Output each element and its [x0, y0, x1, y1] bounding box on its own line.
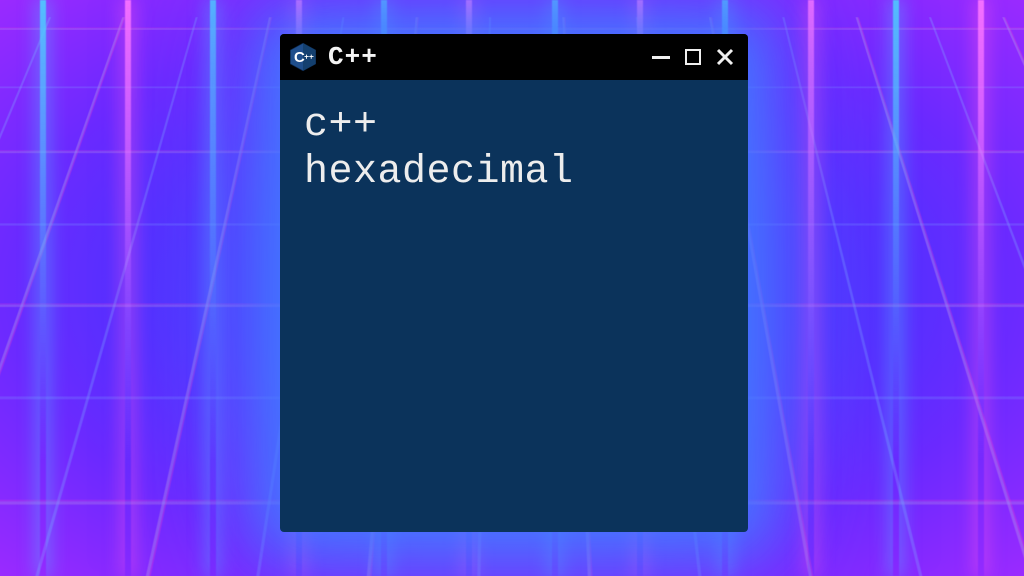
- titlebar[interactable]: C C++: [280, 34, 748, 80]
- window-title: C++: [328, 42, 638, 72]
- window-content: c++ hexadecimal: [280, 80, 748, 218]
- maximize-button[interactable]: [680, 44, 706, 70]
- maximize-icon: [685, 49, 701, 65]
- minimize-icon: [651, 47, 671, 67]
- app-window: C C++ c++ hexadecimal: [280, 34, 748, 532]
- close-button[interactable]: [712, 44, 738, 70]
- minimize-button[interactable]: [648, 44, 674, 70]
- content-line-1: c++: [304, 103, 378, 148]
- window-controls: [648, 44, 738, 70]
- close-icon: [715, 47, 735, 67]
- svg-text:C: C: [294, 49, 305, 66]
- cpp-hex-icon: C: [288, 42, 318, 72]
- content-line-2: hexadecimal: [304, 150, 574, 195]
